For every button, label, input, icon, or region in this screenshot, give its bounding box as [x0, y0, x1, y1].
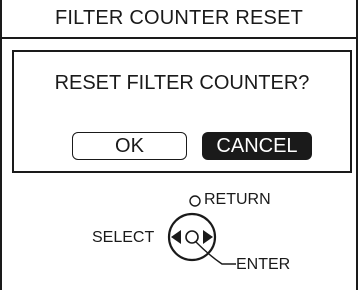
center-button-icon	[185, 230, 199, 244]
control-guide	[167, 195, 236, 265]
arrow-left-icon	[171, 230, 181, 244]
return-label: RETURN	[204, 191, 271, 208]
return-circle-icon	[189, 195, 201, 207]
enter-label: ENTER	[236, 256, 291, 273]
select-label: SELECT	[92, 229, 155, 246]
enter-leader-line	[195, 241, 236, 265]
arrow-right-icon	[203, 230, 213, 244]
